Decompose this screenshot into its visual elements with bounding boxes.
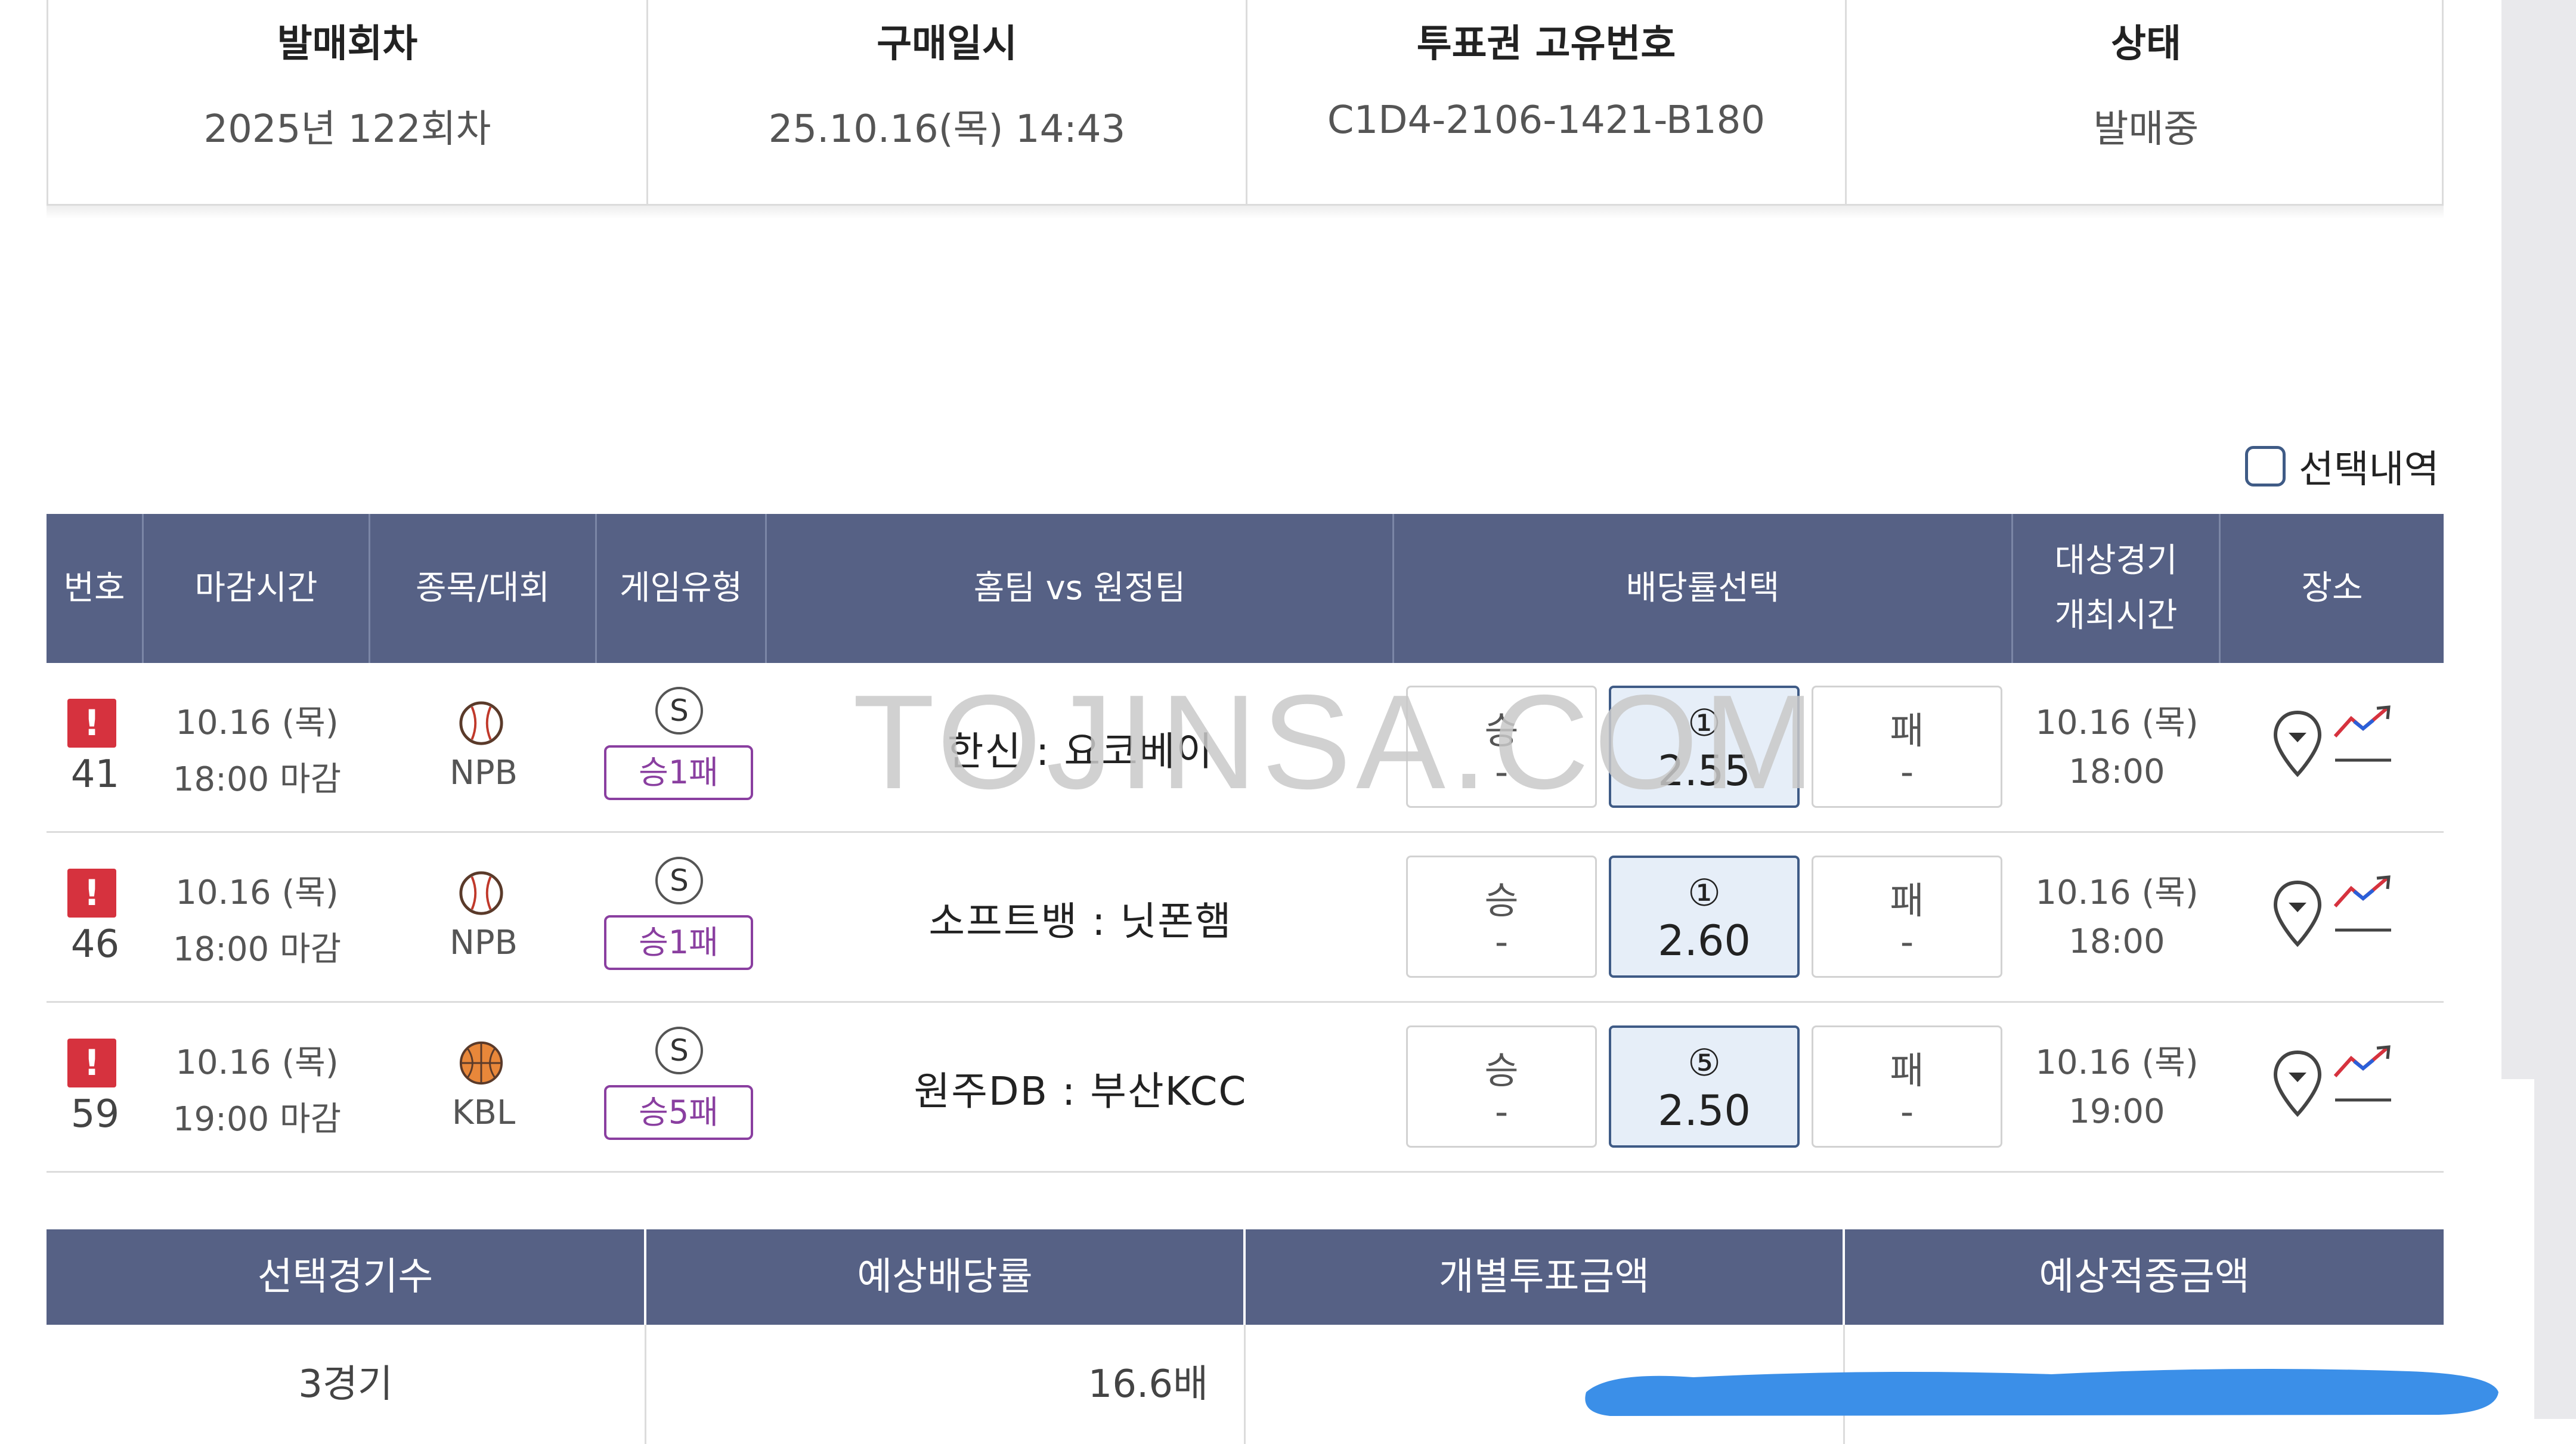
selection-label: 선택내역 [2299, 448, 2439, 492]
alert-icon: ! [67, 869, 116, 918]
summary-header: 선택경기수 예상배당률 개별투표금액 예상적중금액 [47, 1229, 2444, 1325]
watermark: TOJINSA.COM [853, 667, 1820, 817]
match-time: 18:00 [2069, 922, 2165, 961]
info-value: 25.10.16(목) 14:43 [768, 107, 1126, 151]
odds-label: 패 [1890, 879, 1924, 922]
right-scrollbar-area [2501, 0, 2576, 1079]
right-scrollbar-area-lower [2534, 1079, 2576, 1419]
special-badge: S [655, 1027, 703, 1074]
info-ticket-id: 투표권 고유번호 C1D4-2106-1421-B180 [1247, 0, 1847, 204]
odds-button-win[interactable]: 승 - [1406, 856, 1597, 978]
game-type-tag: 승5패 [604, 1085, 753, 1140]
col-match-time: 대상경기 개최시간 [2013, 514, 2221, 663]
game-type-tag: 승1패 [604, 915, 753, 970]
info-value: 2025년 122회차 [203, 107, 491, 151]
deadline-time: 18:00 마감 [172, 930, 342, 969]
info-table-shadow [47, 206, 2444, 219]
odds-value: - [1900, 920, 1914, 963]
deadline-date: 10.16 (목) [175, 873, 339, 912]
odds-button-lose[interactable]: 패 - [1812, 686, 2002, 808]
odds-value: - [1494, 920, 1509, 963]
col-deadline: 마감시간 [144, 514, 370, 663]
odds-button-lose[interactable]: 패 - [1812, 1025, 2002, 1148]
info-label: 구매일시 [877, 22, 1017, 66]
odds-value: 2.50 [1658, 1086, 1751, 1135]
selection-history-toggle[interactable]: 선택내역 [2245, 442, 2439, 492]
info-value: 발매중 [2093, 107, 2199, 151]
odds-label: ⑤ [1688, 1041, 1721, 1084]
col-sport: 종목/대회 [370, 514, 597, 663]
location-pin-icon[interactable] [2271, 1048, 2324, 1119]
col-number: 번호 [47, 514, 144, 663]
deadline-date: 10.16 (목) [175, 704, 339, 742]
odds-label: 승 [1484, 879, 1519, 922]
game-type-tag: 승1패 [604, 745, 753, 800]
location-pin-icon[interactable] [2271, 878, 2324, 949]
ticket-info-table: 발매회차 2025년 122회차 구매일시 25.10.16(목) 14:43 … [47, 0, 2444, 206]
selection-checkbox[interactable] [2245, 446, 2286, 487]
odds-button-lose[interactable]: 패 - [1812, 856, 2002, 978]
info-value: C1D4-2106-1421-B180 [1327, 98, 1766, 142]
odds-button-win[interactable]: 승 - [1406, 1025, 1597, 1148]
match-date: 10.16 (목) [2035, 1043, 2199, 1082]
alert-icon: ! [67, 699, 116, 748]
info-round: 발매회차 2025년 122회차 [48, 0, 648, 204]
game-number: 41 [70, 752, 120, 797]
game-row: ! 59 10.16 (목) 19:00 마감 KBL S 승5패 원주DB :… [47, 1003, 2444, 1173]
odds-label: 패 [1890, 1049, 1924, 1092]
alert-icon: ! [67, 1039, 116, 1087]
col-game-type: 게임유형 [597, 514, 767, 663]
game-number: 46 [70, 922, 120, 966]
league-name: NPB [449, 754, 518, 792]
match-teams: 소프트뱅 : 닛폰햄 [928, 898, 1233, 944]
match-time: 19:00 [2069, 1092, 2165, 1131]
game-number: 59 [70, 1092, 120, 1136]
summary-col-payout: 예상적중금액 [2039, 1255, 2250, 1299]
deadline-time: 19:00 마감 [172, 1100, 342, 1139]
redaction-scribble [1585, 1369, 2498, 1416]
games-table-header: 번호 마감시간 종목/대회 게임유형 홈팀 vs 원정팀 배당률선택 대상경기 … [47, 514, 2444, 663]
baseball-icon [458, 870, 504, 916]
match-teams: 원주DB : 부산KCC [914, 1068, 1247, 1114]
odds-button-draw[interactable]: ⑤ 2.50 [1609, 1025, 1800, 1148]
match-date: 10.16 (목) [2035, 704, 2199, 742]
special-badge: S [655, 857, 703, 904]
info-label: 투표권 고유번호 [1416, 22, 1676, 66]
odds-button-draw[interactable]: ① 2.60 [1609, 856, 1800, 978]
deadline-time: 18:00 마감 [172, 760, 342, 799]
info-purchase-time: 구매일시 25.10.16(목) 14:43 [648, 0, 1247, 204]
odds-trend-icon[interactable] [2330, 873, 2396, 933]
col-teams: 홈팀 vs 원정팀 [767, 514, 1394, 663]
info-label: 발매회차 [277, 22, 418, 66]
col-odds: 배당률선택 [1394, 514, 2013, 663]
summary-col-odds: 예상배당률 [646, 1229, 1246, 1325]
league-name: KBL [451, 1093, 516, 1132]
odds-value: - [1900, 1090, 1914, 1133]
game-row: ! 46 10.16 (목) 18:00 마감 NPB S 승1패 소프트뱅 :… [47, 833, 2444, 1003]
summary-expected-odds: 16.6배 [646, 1325, 1246, 1444]
col-venue: 장소 [2301, 568, 2363, 608]
odds-label: ① [1688, 871, 1721, 915]
league-name: NPB [449, 924, 518, 962]
summary-games-count: 3경기 [47, 1325, 646, 1444]
special-badge: S [655, 687, 703, 735]
info-status: 상태 발매중 [1847, 0, 2445, 204]
basketball-icon [458, 1040, 504, 1086]
match-date: 10.16 (목) [2035, 873, 2199, 912]
baseball-icon [458, 700, 504, 746]
odds-value: - [1494, 1090, 1509, 1133]
summary-col-games: 선택경기수 [47, 1229, 646, 1325]
odds-value: 2.60 [1658, 916, 1751, 965]
odds-value: - [1900, 750, 1914, 794]
match-time: 18:00 [2069, 752, 2165, 791]
odds-label: 패 [1890, 709, 1924, 752]
location-pin-icon[interactable] [2271, 708, 2324, 779]
odds-trend-icon[interactable] [2330, 1043, 2396, 1103]
odds-trend-icon[interactable] [2330, 704, 2396, 763]
odds-label: 승 [1484, 1049, 1519, 1092]
deadline-date: 10.16 (목) [175, 1043, 339, 1082]
summary-col-stake: 개별투표금액 [1246, 1229, 1845, 1325]
info-label: 상태 [2111, 22, 2181, 66]
